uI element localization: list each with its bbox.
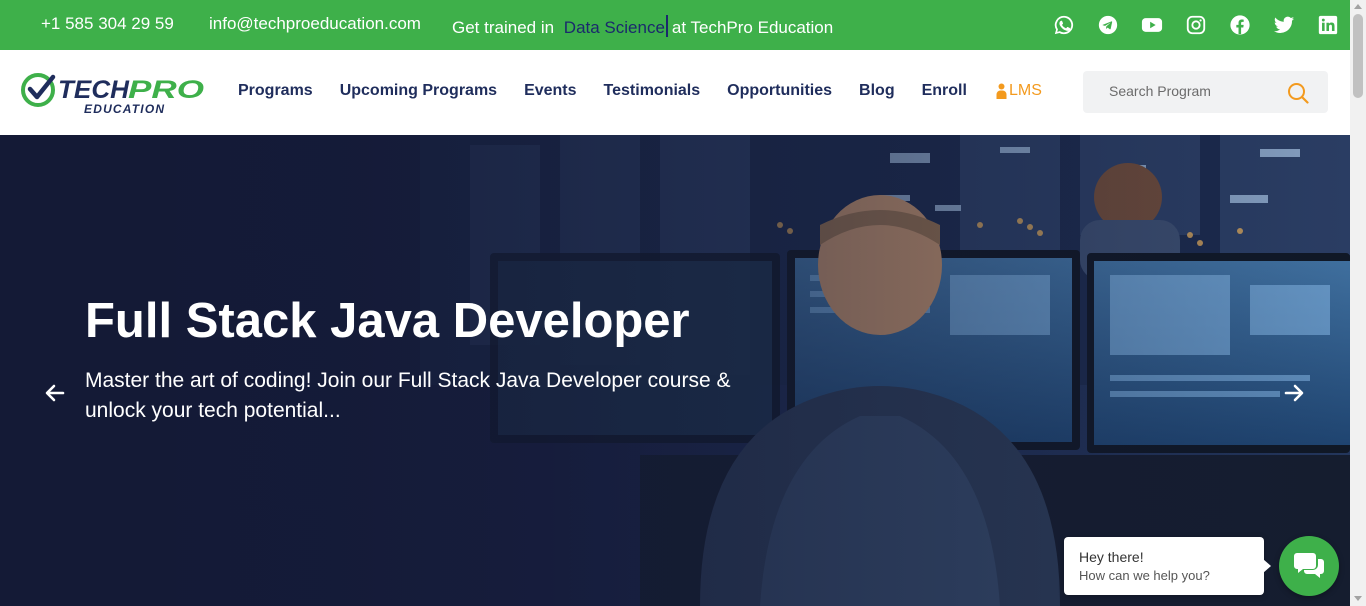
email-link[interactable]: info@techproeducation.com xyxy=(209,14,421,34)
svg-text:PRO: PRO xyxy=(128,76,205,104)
svg-text:TECH: TECH xyxy=(58,76,130,104)
hero-subtitle: Master the art of coding! Join our Full … xyxy=(85,369,731,422)
chat-prompt: How can we help you? xyxy=(1079,568,1210,583)
search-input[interactable] xyxy=(1109,83,1279,99)
search-icon[interactable] xyxy=(1287,82,1309,104)
nav-enroll[interactable]: Enroll xyxy=(922,82,967,100)
social-links xyxy=(1053,14,1339,36)
whatsapp-icon[interactable] xyxy=(1053,14,1075,36)
lms-label: LMS xyxy=(1009,82,1042,99)
hero-title: Full Stack Java Developer xyxy=(85,294,690,348)
tagline-prefix: Get trained in xyxy=(452,18,555,37)
nav-events[interactable]: Events xyxy=(524,82,576,100)
scroll-thumb[interactable] xyxy=(1353,14,1363,98)
arrow-left-icon[interactable] xyxy=(43,381,67,405)
youtube-icon[interactable] xyxy=(1141,14,1163,36)
main-nav: Programs Upcoming Programs Events Testim… xyxy=(238,82,967,100)
linkedin-icon[interactable] xyxy=(1317,14,1339,36)
chat-greeting-bubble[interactable]: Hey there! How can we help you? xyxy=(1064,537,1271,595)
telegram-icon[interactable] xyxy=(1097,14,1119,36)
nav-opportunities[interactable]: Opportunities xyxy=(727,82,832,100)
scroll-down-arrow[interactable] xyxy=(1354,596,1362,601)
phone-link[interactable]: +1 585 304 29 59 xyxy=(41,14,174,34)
arrow-right-icon[interactable] xyxy=(1282,381,1306,405)
chat-button[interactable] xyxy=(1279,536,1339,596)
lms-link[interactable]: LMS xyxy=(996,82,1042,100)
techpro-logo[interactable]: TECH PRO EDUCATION xyxy=(20,70,210,116)
nav-testimonials[interactable]: Testimonials xyxy=(604,82,701,100)
training-tagline: Get trained in Data Science at TechPro Ed… xyxy=(452,15,833,38)
main-header: TECH PRO EDUCATION Programs Upcoming Pro… xyxy=(0,50,1350,135)
top-bar: +1 585 304 29 59 info@techproeducation.c… xyxy=(0,0,1350,50)
chat-icon xyxy=(1294,553,1324,578)
svg-text:EDUCATION: EDUCATION xyxy=(84,102,165,116)
instagram-icon[interactable] xyxy=(1185,14,1207,36)
nav-blog[interactable]: Blog xyxy=(859,82,895,100)
chat-greeting: Hey there! xyxy=(1079,549,1144,565)
tagline-suffix: at TechPro Education xyxy=(671,18,834,37)
hero-slider: Full Stack Java Developer Master the art… xyxy=(0,135,1350,606)
user-icon xyxy=(996,83,1007,99)
tagline-topic: Data Science xyxy=(563,18,665,37)
twitter-icon[interactable] xyxy=(1273,14,1295,36)
facebook-icon[interactable] xyxy=(1229,14,1251,36)
nav-programs[interactable]: Programs xyxy=(238,82,313,100)
nav-upcoming-programs[interactable]: Upcoming Programs xyxy=(340,82,497,100)
scroll-up-arrow[interactable] xyxy=(1354,4,1362,9)
typing-caret xyxy=(665,15,668,37)
page-scrollbar[interactable] xyxy=(1350,0,1366,606)
search-box xyxy=(1083,71,1328,113)
